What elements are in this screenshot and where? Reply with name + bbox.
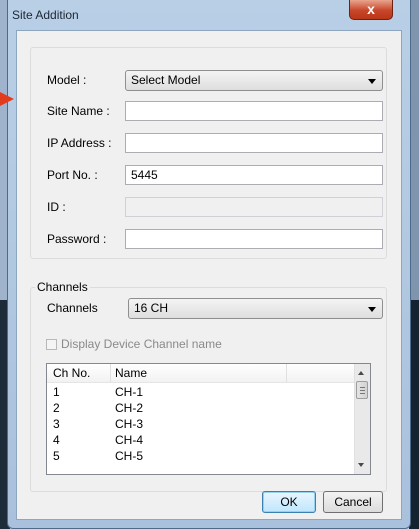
close-button[interactable]: x: [349, 0, 393, 20]
chevron-down-icon: [368, 307, 376, 312]
table-row[interactable]: 2 CH-2: [47, 401, 356, 416]
scroll-down-icon[interactable]: [358, 463, 364, 467]
display-channel-name-checkbox[interactable]: [46, 339, 57, 350]
grip-icon: [360, 390, 365, 391]
ch-no-cell: 3: [53, 417, 60, 431]
channels-dropdown-value: 16 CH: [134, 301, 169, 315]
id-label: ID :: [47, 200, 66, 214]
ch-name-cell: CH-3: [115, 417, 144, 431]
column-divider[interactable]: [286, 364, 287, 382]
column-name[interactable]: Name: [115, 366, 147, 380]
display-channel-name-label: Display Device Channel name: [61, 337, 222, 351]
ch-no-cell: 1: [53, 385, 60, 399]
close-icon: x: [367, 1, 375, 17]
port-label: Port No. :: [47, 168, 98, 182]
ok-button[interactable]: OK: [262, 491, 316, 513]
table-row[interactable]: 5 CH-5: [47, 449, 356, 464]
chevron-down-icon: [368, 79, 376, 84]
ch-no-cell: 4: [53, 433, 60, 447]
ch-no-cell: 2: [53, 401, 60, 415]
channels-group-title: Channels: [35, 280, 90, 294]
dialog-title: Site Addition: [12, 8, 79, 22]
table-row[interactable]: 3 CH-3: [47, 417, 356, 432]
grip-icon: [360, 393, 365, 394]
site-addition-dialog: Site Addition x Model : Select Model Sit…: [7, 0, 411, 529]
model-dropdown[interactable]: Select Model: [125, 70, 383, 91]
dialog-client-area: Model : Select Model Site Name : IP Addr…: [16, 30, 402, 520]
ch-name-cell: CH-5: [115, 449, 144, 463]
site-name-field[interactable]: [125, 101, 383, 121]
column-ch-no[interactable]: Ch No.: [53, 366, 90, 380]
channels-label: Channels: [47, 301, 98, 315]
scroll-up-icon[interactable]: [358, 371, 364, 375]
password-field[interactable]: [125, 229, 383, 249]
ch-name-cell: CH-1: [115, 385, 144, 399]
cancel-button[interactable]: Cancel: [323, 491, 383, 513]
password-label: Password :: [47, 232, 107, 246]
ch-name-cell: CH-4: [115, 433, 144, 447]
arrow-pointer-icon: [0, 92, 14, 106]
model-label: Model :: [47, 73, 87, 87]
table-row[interactable]: 1 CH-1: [47, 385, 356, 400]
site-name-label: Site Name :: [47, 104, 110, 118]
grip-icon: [360, 387, 365, 388]
channel-list[interactable]: Ch No. Name 1 CH-1 2 CH-2 3 CH-3 4 CH-4: [46, 363, 371, 475]
scroll-thumb[interactable]: [356, 381, 368, 399]
ch-no-cell: 5: [53, 449, 60, 463]
title-bar: Site Addition x: [8, 0, 410, 30]
channels-dropdown[interactable]: 16 CH: [128, 298, 383, 319]
channel-list-header: Ch No. Name: [47, 364, 356, 383]
ch-name-cell: CH-2: [115, 401, 144, 415]
ip-address-field[interactable]: [125, 133, 383, 153]
id-field[interactable]: [125, 197, 383, 217]
column-divider[interactable]: [110, 364, 111, 382]
ip-address-label: IP Address :: [47, 136, 112, 150]
model-dropdown-value: Select Model: [131, 73, 201, 87]
port-field[interactable]: 5445: [125, 165, 383, 185]
table-row[interactable]: 4 CH-4: [47, 433, 356, 448]
channel-list-scrollbar[interactable]: [354, 364, 370, 474]
